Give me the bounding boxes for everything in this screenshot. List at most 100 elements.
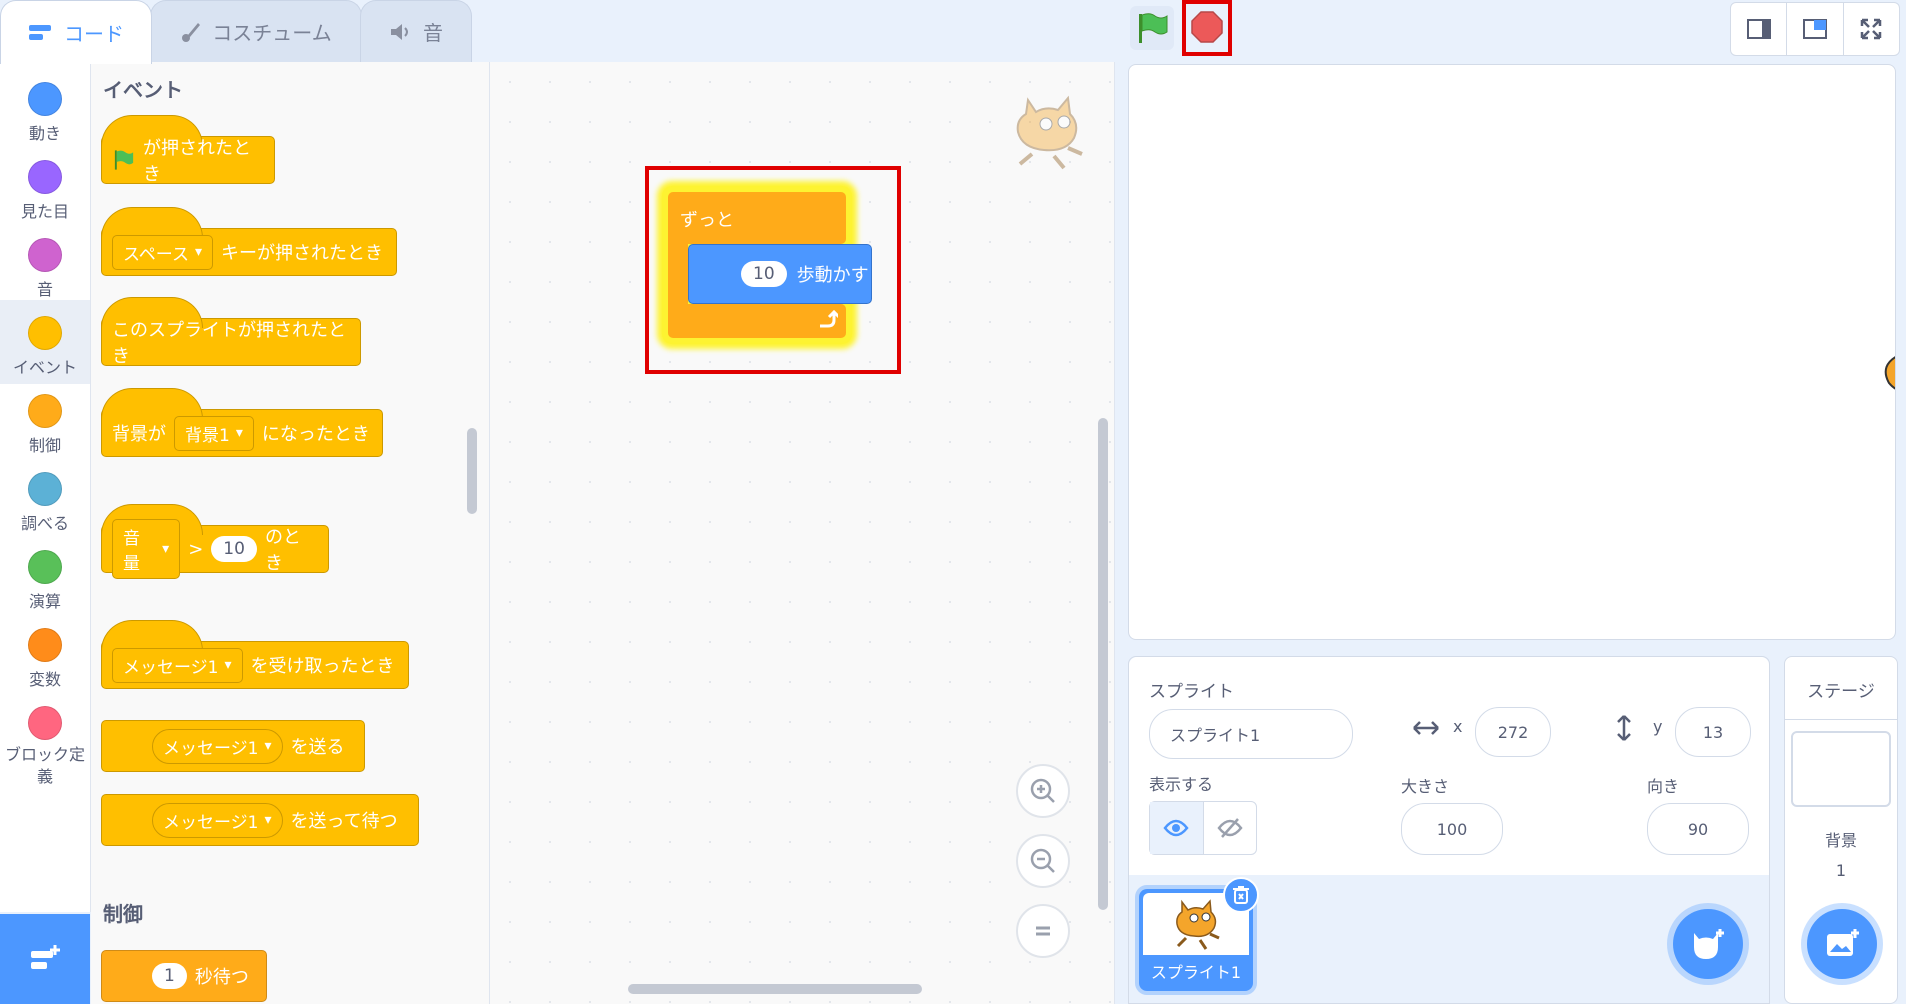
zoom-in-button[interactable] [1016, 764, 1070, 818]
block-text: キーが押されたとき [221, 243, 383, 264]
cat-sprite-icon [1176, 899, 1220, 950]
x-input[interactable]: 272 [1475, 707, 1551, 757]
eye-icon [1163, 819, 1189, 837]
y-input[interactable]: 13 [1675, 707, 1751, 757]
x-label: x [1453, 717, 1463, 736]
small-stage-icon [1746, 19, 1771, 39]
wait-number-input[interactable]: 1 [152, 963, 187, 989]
block-when-sprite-clicked[interactable]: このスプライトが押されたとき [101, 297, 361, 367]
category-sound-dot [28, 238, 62, 272]
block-text: を送って待つ [290, 811, 398, 832]
category-label: 音 [36, 280, 53, 299]
normal-stage-button[interactable] [1787, 3, 1844, 55]
block-text: が押されたとき [143, 138, 252, 185]
x-arrows-icon [1413, 721, 1439, 735]
eye-slash-icon [1217, 818, 1243, 838]
stop-button[interactable] [1188, 8, 1226, 46]
brush-icon [182, 22, 201, 42]
script-vertical-scrollbar[interactable] [1098, 418, 1108, 910]
green-flag-button[interactable] [1130, 6, 1174, 50]
green-flag-icon [114, 150, 134, 170]
zoom-reset-button[interactable] [1016, 904, 1070, 958]
tab-sounds-label: 音 [423, 21, 443, 45]
palette-section-events: イベント [103, 78, 183, 102]
sprite-tile-label: スプライト1 [1150, 963, 1242, 982]
equals-icon [1036, 926, 1050, 936]
loudness-dropdown[interactable]: 音量 [112, 519, 181, 579]
stage-header-divider [1785, 719, 1897, 720]
stop-icon [1191, 11, 1223, 43]
message-dropdown-value: メッセージ1 [163, 812, 259, 833]
block-when-key-pressed[interactable]: スペース キーが押されたとき [101, 207, 397, 276]
cat-sprite-edge [1884, 356, 1895, 390]
block-when-loudness[interactable]: 音量 > 10 のとき [101, 504, 329, 579]
backdrop-dropdown-value: 背景1 [185, 425, 230, 446]
loudness-number-input[interactable]: 10 [211, 536, 257, 562]
block-when-backdrop-switches[interactable]: 背景が 背景1 になったとき [101, 388, 383, 457]
category-looks-dot [28, 160, 62, 194]
script-area[interactable]: ずっと 10 歩動かす [490, 62, 1115, 1004]
fullscreen-button[interactable] [1844, 3, 1899, 55]
tab-code[interactable]: コード [0, 0, 152, 64]
category-sound[interactable]: 音 [0, 228, 90, 306]
small-stage-button[interactable] [1731, 3, 1788, 55]
message-dropdown[interactable]: メッセージ1 [152, 728, 283, 764]
visibility-toggle [1149, 801, 1257, 855]
add-extension-button[interactable] [0, 914, 90, 1004]
sprite-tile[interactable]: スプライト1 [1139, 877, 1259, 991]
sprite-name-input[interactable]: スプライト1 [1149, 709, 1353, 759]
block-when-flag-clicked[interactable]: が押されたとき [101, 115, 275, 185]
block-text: > [188, 538, 204, 560]
script-horizontal-scrollbar[interactable] [628, 984, 922, 994]
direction-label: 向き [1647, 777, 1680, 796]
message-dropdown[interactable]: メッセージ1 [112, 647, 243, 683]
block-palette: イベント が押されたとき スペース キーが押されたとき このスプライトが押された… [91, 62, 490, 1004]
message-dropdown[interactable]: メッセージ1 [152, 802, 283, 838]
block-text: このスプライトが押されたとき [112, 320, 346, 367]
category-variables[interactable]: 変数 [0, 618, 90, 696]
backdrop-dropdown[interactable]: 背景1 [174, 415, 254, 451]
zoom-out-button[interactable] [1016, 834, 1070, 888]
category-sensing[interactable]: 調べる [0, 462, 90, 540]
loudness-dropdown-value: 音量 [123, 529, 140, 574]
direction-input[interactable]: 90 [1647, 803, 1749, 855]
tab-costumes-label: コスチューム [212, 21, 332, 45]
size-input[interactable]: 100 [1401, 803, 1503, 855]
normal-stage-icon [1802, 19, 1827, 39]
category-label: 見た目 [20, 202, 69, 221]
stage-thumbnail [1791, 731, 1891, 807]
key-dropdown[interactable]: スペース [112, 234, 213, 270]
stage-canvas[interactable] [1128, 64, 1896, 640]
show-label: 表示する [1149, 775, 1214, 794]
message-dropdown-value: メッセージ1 [163, 738, 259, 759]
category-my-blocks[interactable]: ブロック定義 [0, 696, 90, 796]
block-wait[interactable]: 1 秒待つ [101, 950, 267, 1002]
delete-sprite-button[interactable] [1223, 877, 1259, 913]
tab-sounds[interactable]: 音 [360, 0, 472, 62]
category-motion[interactable]: 動き [0, 72, 90, 150]
block-broadcast[interactable]: メッセージ1 を送る [101, 720, 365, 772]
add-backdrop-button[interactable] [1807, 909, 1877, 979]
speaker-icon [391, 23, 408, 40]
category-looks[interactable]: 見た目 [0, 150, 90, 228]
y-arrows-icon [1617, 715, 1631, 741]
category-events[interactable]: イベント [0, 300, 90, 384]
hide-sprite-button[interactable] [1204, 802, 1257, 854]
category-control[interactable]: 制御 [0, 384, 90, 462]
category-menu: 動き 見た目 音 イベント 制御 調べる 演算 変数 ブロック定義 [0, 62, 91, 912]
palette-section-control: 制御 [103, 902, 143, 926]
stage-target-panel[interactable]: ステージ 背景 1 [1784, 656, 1898, 1004]
block-broadcast-and-wait[interactable]: メッセージ1 を送って待つ [101, 794, 419, 846]
tab-costumes[interactable]: コスチューム [150, 0, 362, 62]
code-icon [29, 24, 51, 40]
sprite-info-panel: スプライト スプライト1 x 272 y 13 表示する 大きさ 100 向き … [1128, 656, 1770, 1004]
key-dropdown-value: スペース [123, 244, 189, 265]
layout-buttons [1730, 2, 1900, 56]
palette-scrollbar[interactable] [467, 428, 477, 514]
backdrop-label: 背景 [1824, 831, 1857, 850]
show-sprite-button[interactable] [1150, 802, 1204, 854]
add-sprite-button[interactable] [1673, 909, 1743, 979]
block-when-receive[interactable]: メッセージ1 を受け取ったとき [101, 620, 409, 689]
category-operators[interactable]: 演算 [0, 540, 90, 618]
move-steps-input[interactable]: 10 [741, 261, 787, 287]
